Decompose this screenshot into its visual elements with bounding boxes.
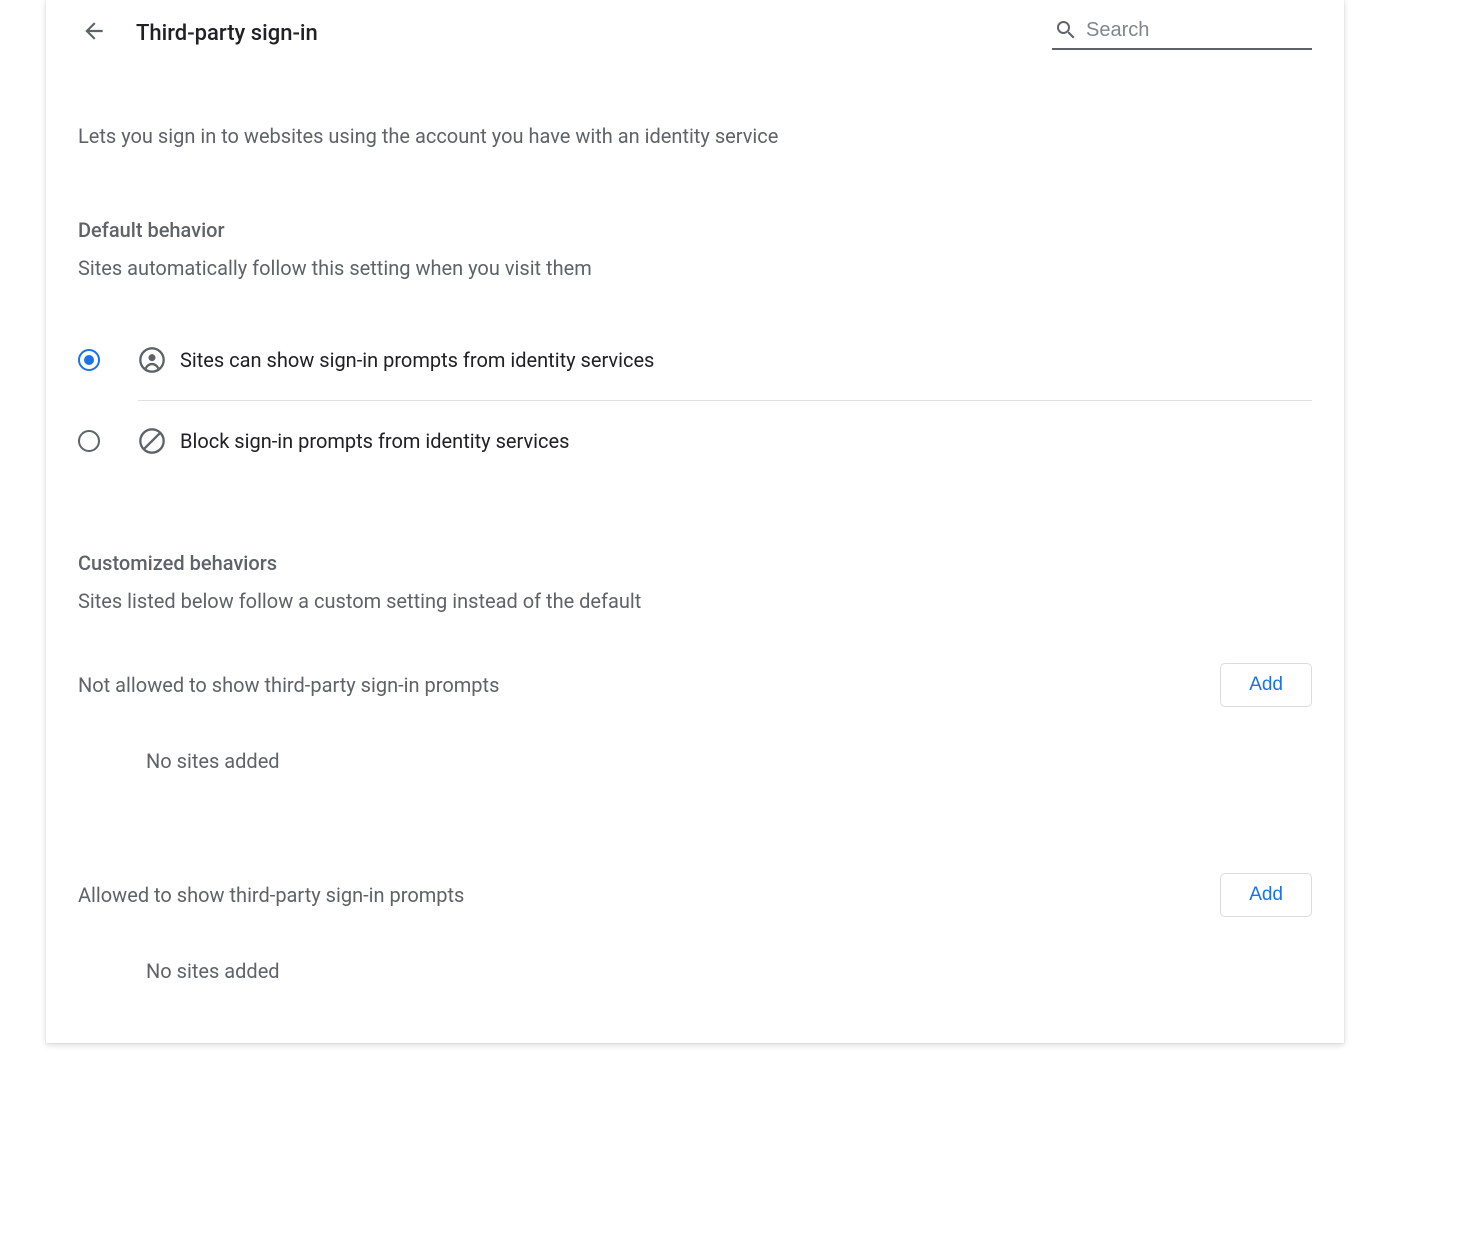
radio-button-checked[interactable] <box>78 349 100 371</box>
allowed-label: Allowed to show third-party sign-in prom… <box>78 883 1220 907</box>
settings-card: Third-party sign-in Lets you sign in to … <box>46 0 1344 1043</box>
add-allowed-button[interactable]: Add <box>1220 873 1312 917</box>
customized-desc: Sites listed below follow a custom setti… <box>78 589 1312 613</box>
allowed-empty: No sites added <box>146 959 1312 983</box>
page-title: Third-party sign-in <box>136 21 1052 46</box>
radio-button-unchecked[interactable] <box>78 430 100 452</box>
person-circle-icon <box>138 346 166 374</box>
back-button[interactable] <box>78 17 110 49</box>
intro-text: Lets you sign in to websites using the a… <box>78 122 1312 150</box>
default-behavior-desc: Sites automatically follow this setting … <box>78 256 1312 280</box>
not-allowed-section: Not allowed to show third-party sign-in … <box>78 663 1312 707</box>
add-not-allowed-button[interactable]: Add <box>1220 663 1312 707</box>
default-behavior-title: Default behavior <box>78 218 1312 242</box>
search-icon <box>1054 18 1078 42</box>
block-icon <box>138 427 166 455</box>
header: Third-party sign-in <box>46 0 1344 70</box>
customized-title: Customized behaviors <box>78 551 1312 575</box>
not-allowed-empty: No sites added <box>146 749 1312 773</box>
radio-option-block[interactable]: Block sign-in prompts from identity serv… <box>78 401 1312 481</box>
not-allowed-label: Not allowed to show third-party sign-in … <box>78 673 1220 697</box>
allowed-section: Allowed to show third-party sign-in prom… <box>78 873 1312 917</box>
search-field[interactable] <box>1052 16 1312 50</box>
radio-option-allow-label: Sites can show sign-in prompts from iden… <box>180 348 654 372</box>
radio-option-block-label: Block sign-in prompts from identity serv… <box>180 429 569 453</box>
content: Lets you sign in to websites using the a… <box>46 70 1344 1043</box>
radio-option-allow[interactable]: Sites can show sign-in prompts from iden… <box>78 320 1312 400</box>
arrow-left-icon <box>81 18 107 48</box>
search-input[interactable] <box>1086 19 1351 42</box>
